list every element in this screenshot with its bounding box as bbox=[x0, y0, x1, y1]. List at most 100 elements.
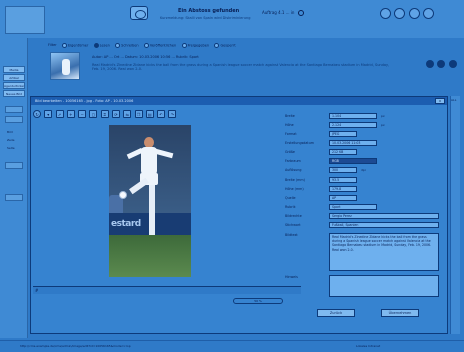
rotate-icon[interactable]: ⟳ bbox=[111, 110, 120, 118]
property-row: Höhe 2.124 px bbox=[285, 122, 445, 129]
chevron-down-icon[interactable]: ▾ bbox=[44, 110, 53, 118]
property-field[interactable]: 179.8 bbox=[329, 186, 357, 192]
scroll-label: ALL bbox=[451, 98, 457, 102]
arrow-icon[interactable]: ➚ bbox=[55, 110, 64, 118]
copy-icon[interactable]: ❐ bbox=[134, 110, 143, 118]
radio-icon[interactable] bbox=[214, 42, 220, 48]
filter-option-gesperrt[interactable]: Gesperrt bbox=[214, 42, 236, 48]
status-bar: http://cms.example.de/cms/admin/image/ed… bbox=[0, 340, 464, 352]
filter-option-lesen[interactable]: Lesen bbox=[93, 42, 110, 48]
property-field[interactable]: 10.03.2006 11:03 bbox=[329, 140, 377, 146]
article-thumbnail[interactable] bbox=[50, 52, 80, 80]
sidebar-item-text[interactable] bbox=[5, 116, 23, 123]
property-field[interactable]: Fußball, Spanien bbox=[329, 222, 439, 228]
sidebar-item-agenturticker[interactable]: Agenturticker bbox=[3, 82, 25, 89]
image-strip-label: # bbox=[35, 288, 39, 293]
page-subtitle: Kurzmeldung: Skalli von Spain wird Diskr… bbox=[160, 16, 251, 20]
photo-ball bbox=[119, 191, 127, 199]
article-actions bbox=[424, 60, 457, 69]
filter-option-schreiben[interactable]: Schreiben bbox=[115, 42, 139, 48]
undo-icon[interactable]: ↶ bbox=[157, 110, 166, 118]
photo-preview[interactable]: estard bbox=[109, 125, 191, 277]
sidebar-section-zeile: Zeile bbox=[7, 138, 15, 142]
page-title: Ein Abstoss gefunden bbox=[178, 8, 240, 14]
sidebar-item-extra[interactable] bbox=[5, 194, 23, 201]
property-row: Erstellungsdatum 10.03.2006 11:03 bbox=[285, 140, 445, 147]
property-label: Bildrechte bbox=[285, 214, 302, 218]
edit-icon[interactable] bbox=[437, 60, 446, 68]
crop-icon[interactable]: ⌗ bbox=[100, 110, 109, 118]
sidebar-item-artikel[interactable]: Artikel bbox=[3, 74, 25, 81]
job-status: Auftrag 4.1 ... in bbox=[262, 10, 304, 16]
filter-option-freigegeben[interactable]: Freigegeben bbox=[181, 42, 209, 48]
dialog-title: Bild bearbeiten - 10056165 - jpg - Foto:… bbox=[31, 97, 447, 105]
status-indicator-icon bbox=[297, 10, 304, 16]
property-field[interactable]: 93.5 bbox=[329, 177, 357, 183]
property-field[interactable]: JPEG bbox=[329, 131, 357, 137]
print-icon[interactable] bbox=[408, 8, 420, 19]
note-textarea[interactable] bbox=[329, 275, 439, 297]
radio-icon[interactable] bbox=[181, 42, 187, 48]
camera-icon[interactable] bbox=[130, 6, 148, 20]
fit-icon[interactable]: ◻ bbox=[89, 110, 98, 118]
zoom-slider[interactable]: 50 % bbox=[233, 298, 283, 304]
property-row: Höhe (mm) 179.8 bbox=[285, 186, 445, 193]
property-field[interactable]: 1.104 bbox=[329, 113, 377, 119]
property-row: Breite 1.104 px bbox=[285, 113, 445, 120]
property-row: Bildrechte Sergio Perez bbox=[285, 213, 445, 220]
property-label: Breite bbox=[285, 114, 295, 118]
radio-icon[interactable] bbox=[61, 42, 67, 48]
info-icon[interactable] bbox=[426, 60, 434, 68]
property-field[interactable]: AP bbox=[329, 195, 357, 201]
zoom-out-icon[interactable]: − bbox=[78, 110, 87, 118]
help-icon[interactable] bbox=[422, 8, 434, 19]
image-strip: # bbox=[33, 286, 301, 294]
apply-button[interactable]: Übernehmen bbox=[381, 309, 419, 317]
sidebar-item-bild[interactable] bbox=[5, 106, 23, 113]
property-field[interactable]: Sergio Perez bbox=[329, 213, 439, 219]
property-field[interactable]: 300 bbox=[329, 167, 357, 173]
property-field[interactable]: 2.124 bbox=[329, 122, 377, 128]
application-window: Ein Abstoss gefunden Kurzmeldung: Skalli… bbox=[0, 0, 464, 352]
refresh-icon[interactable]: ↻ bbox=[33, 110, 41, 118]
refresh-icon[interactable] bbox=[380, 8, 391, 19]
filter-option-eigentuemer[interactable]: Eigentümer bbox=[61, 42, 88, 48]
radio-selected-icon[interactable] bbox=[93, 42, 99, 48]
property-row: Farbraum RGB bbox=[285, 158, 445, 165]
property-row: Quelle AP bbox=[285, 195, 445, 202]
sidebar-section-seite: Seite bbox=[7, 146, 15, 150]
radio-icon[interactable] bbox=[115, 42, 121, 48]
close-button[interactable]: x bbox=[435, 98, 445, 104]
property-field[interactable]: Sport bbox=[329, 204, 377, 210]
property-field[interactable]: 212 KB bbox=[329, 149, 357, 155]
paste-icon[interactable]: ▤ bbox=[145, 110, 154, 118]
property-label: Größe bbox=[285, 150, 295, 154]
job-status-text: Auftrag 4.1 ... in bbox=[262, 10, 295, 15]
radio-icon[interactable] bbox=[143, 42, 149, 48]
sidebar-section-bild: Bild bbox=[7, 130, 13, 134]
property-label: Höhe (mm) bbox=[285, 187, 304, 191]
caption-textarea[interactable]: Real Madrid's Zinedine Zidane kicks the … bbox=[329, 233, 439, 271]
property-row: Größe 212 KB bbox=[285, 149, 445, 156]
zoom-in-icon[interactable]: + bbox=[66, 110, 75, 118]
property-unit: dpi bbox=[361, 168, 366, 172]
photo-player-leg bbox=[149, 185, 155, 235]
flip-icon[interactable]: ⇋ bbox=[123, 110, 132, 118]
property-label: Format bbox=[285, 132, 297, 136]
sidebar-item-audio[interactable] bbox=[5, 162, 23, 169]
right-scrollbar[interactable]: ALL bbox=[450, 96, 460, 334]
redo-icon[interactable]: ↷ bbox=[168, 110, 177, 118]
sidebar-item-media[interactable]: Media bbox=[3, 66, 25, 73]
back-button[interactable]: Zurück bbox=[317, 309, 355, 317]
delete-icon[interactable] bbox=[448, 60, 457, 68]
sidebar-item-neues-bild[interactable]: Neues Bild bbox=[3, 90, 25, 97]
property-unit: px bbox=[381, 123, 385, 127]
zoom-footer: 50 % bbox=[33, 296, 301, 306]
home-icon[interactable] bbox=[394, 8, 406, 19]
image-editor-dialog: Bild bearbeiten - 10056165 - jpg - Foto:… bbox=[30, 96, 448, 334]
property-unit: px bbox=[381, 114, 385, 118]
property-label: Auflösung bbox=[285, 168, 302, 172]
filter-option-veroeffentlichen[interactable]: Veröffentlichen bbox=[143, 42, 176, 48]
property-row: Rubrik Sport bbox=[285, 204, 445, 211]
property-field[interactable]: RGB bbox=[329, 158, 377, 164]
